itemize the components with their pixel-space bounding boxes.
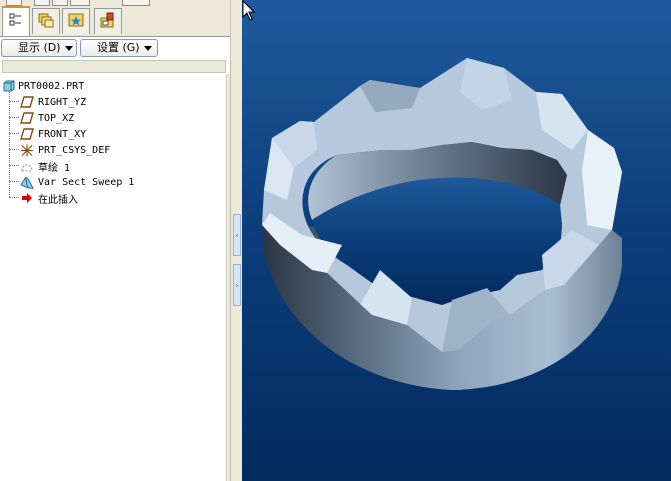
sweep-feature-icon	[20, 175, 34, 189]
show-menu-button[interactable]: 显示 (D)	[1, 39, 77, 57]
datum-plane-icon	[20, 95, 34, 109]
tree-item-label: RIGHT_YZ	[38, 96, 87, 108]
tree-item-label: TOP_XZ	[38, 112, 75, 124]
coordinate-system-icon	[20, 143, 34, 157]
tree-column-header	[0, 58, 230, 74]
folder-browser-icon	[37, 11, 55, 33]
column-header-bar	[2, 60, 226, 73]
tree-item-front-xy[interactable]: FRONT_XY	[20, 126, 86, 142]
part-icon	[1, 79, 15, 93]
settings-menu-label: 设置 (G)	[97, 41, 140, 54]
tree-connector	[9, 117, 19, 118]
mouse-cursor-icon	[242, 0, 256, 21]
navigator-tab-bar	[0, 6, 230, 36]
tab-model-tree[interactable]	[2, 6, 30, 36]
tree-item-top-xz[interactable]: TOP_XZ	[20, 110, 74, 126]
graphics-viewport[interactable]	[242, 0, 671, 481]
model-tree-panel: 显示 (D) 设置 (G) PRT0002.PRT RIGHT_YZ TOP_X…	[0, 0, 231, 481]
tree-item-label: 在此插入	[38, 194, 78, 206]
tree-item-label: 草绘 1	[38, 162, 71, 174]
tree-connector	[9, 149, 19, 150]
ring-facet	[582, 130, 622, 230]
collapse-left-icon[interactable]: ‹	[233, 214, 241, 256]
model-tree-icon	[8, 12, 24, 32]
tree-item-csys[interactable]: PRT_CSYS_DEF	[20, 142, 110, 158]
tab-folder-browser[interactable]	[32, 8, 60, 34]
expand-right-icon[interactable]: ›	[233, 264, 241, 306]
datum-plane-icon	[20, 111, 34, 125]
tree-connector	[9, 165, 19, 166]
tree-connector	[9, 197, 19, 198]
connections-icon	[99, 11, 117, 33]
tree-item-right-yz[interactable]: RIGHT_YZ	[20, 94, 86, 110]
tree-item-sweep[interactable]: Var Sect Sweep 1	[20, 174, 134, 190]
chevron-down-icon	[143, 45, 152, 51]
model-tree: PRT0002.PRT RIGHT_YZ TOP_XZ FRONT_XY PRT	[0, 74, 226, 481]
show-menu-label: 显示 (D)	[18, 41, 61, 54]
chevron-down-icon	[64, 45, 73, 51]
tab-favorites[interactable]	[62, 8, 90, 34]
tree-item-label: PRT_CSYS_DEF	[38, 144, 111, 156]
settings-menu-button[interactable]: 设置 (G)	[80, 39, 158, 57]
insert-here-arrow-icon	[20, 191, 34, 205]
favorites-icon	[67, 11, 85, 33]
tree-item-label: Var Sect Sweep 1	[38, 176, 135, 188]
sketch-icon	[20, 159, 34, 173]
datum-plane-icon	[20, 127, 34, 141]
tree-connector	[9, 133, 19, 134]
tree-menu-bar: 显示 (D) 设置 (G)	[0, 36, 230, 59]
tree-item-sketch[interactable]: 草绘 1	[20, 158, 70, 174]
tree-connector	[9, 101, 19, 102]
tab-connections[interactable]	[94, 8, 122, 34]
tree-connector	[9, 181, 19, 182]
tree-item-insert-here[interactable]: 在此插入	[20, 190, 78, 206]
wavy-ring-model[interactable]	[242, 0, 671, 481]
tree-item-label: FRONT_XY	[38, 128, 87, 140]
tree-root-part[interactable]: PRT0002.PRT	[1, 78, 84, 94]
tree-item-label: PRT0002.PRT	[18, 80, 85, 92]
